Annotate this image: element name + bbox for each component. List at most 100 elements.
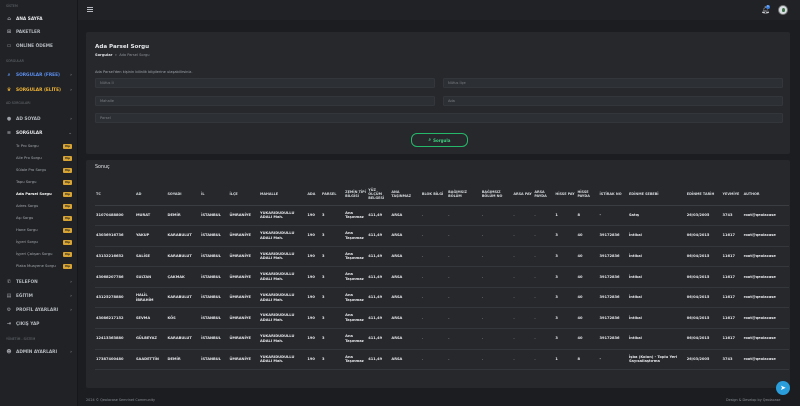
- sidebar-item-phone[interactable]: ✆ TELEFON ›: [0, 277, 78, 287]
- table-cell: ÜMRANİYE: [228, 266, 259, 288]
- table-cell: 3: [554, 328, 577, 350]
- table-cell: root@qeolacase: [742, 328, 789, 350]
- sidebar-item-queries-elite[interactable]: ♛ SORGULAR (ELİTE) ›: [0, 85, 78, 95]
- table-cell: ÜMRANİYE: [228, 328, 259, 350]
- sidebar-item-education[interactable]: ▤ EĞİTİM ›: [0, 291, 78, 301]
- card-icon: ▭: [6, 43, 12, 49]
- table-cell: 411,49: [367, 287, 391, 309]
- sidebar-subitem-label: Ada Parsel Sorgu: [16, 192, 52, 196]
- submit-button[interactable]: ⌕ Sorgula: [411, 133, 468, 147]
- table-cell: -: [512, 266, 534, 288]
- table-cell: İSTANBUL: [200, 205, 229, 227]
- sidebar-item-queries-free[interactable]: ⌕ SORGULAR (FREE) ›: [0, 70, 78, 80]
- ilce-input[interactable]: Nüfus İlçe: [443, 78, 783, 88]
- column-header: MAHALLE: [259, 183, 307, 206]
- table-row: 12413363880 GÜLBEYAZ KARABULUT İSTANBUL ÜMRA…: [95, 328, 789, 350]
- table-cell: root@qeolacase: [742, 349, 789, 371]
- column-header: HİSSE PAYDA: [576, 183, 599, 206]
- sidebar-item-home[interactable]: ⌂ ANA SAYFA: [0, 14, 78, 24]
- table-cell: YUKARIDUDULLU ADALI Mah.: [259, 328, 307, 350]
- table-cell: -: [480, 328, 513, 350]
- sidebar-subitem[interactable]: İşyeri Sorgu Vip: [0, 238, 78, 246]
- sidebar-subitem-label: Hane Sorgu: [16, 228, 38, 232]
- sidebar-subitem[interactable]: Plaka Muayene Sorgu Vip: [0, 262, 78, 270]
- sidebar-subitem[interactable]: Hane Sorgu Vip: [0, 226, 78, 234]
- table-cell: 3743: [721, 349, 743, 371]
- table-row: 43086217152 SEVMA KÖS İSTANBUL ÜMRANİYE YUKAR…: [95, 307, 789, 330]
- table-cell: Ana Taşınmaz: [344, 349, 368, 371]
- column-header: ADA: [306, 183, 322, 206]
- footer-credit: Design & Develop by Qeolacase: [726, 398, 781, 402]
- sidebar-item-admin-settings[interactable]: ☻ ADMİN AYARLARI ›: [0, 347, 78, 357]
- table-cell: YUKARIDUDULLU ADALI Mah.: [259, 246, 307, 268]
- sidebar-subitem[interactable]: Tapu Sorgu Vip: [0, 178, 78, 186]
- user-icon: ●: [6, 116, 12, 122]
- sidebar-item-packages[interactable]: ⊞ PAKETLER: [0, 27, 78, 37]
- table-cell: 06/04/2015: [685, 266, 722, 288]
- table-cell: KARABULUT: [166, 246, 201, 268]
- table-cell: -: [480, 287, 513, 309]
- column-header: İLÇE: [228, 183, 259, 206]
- vip-badge: Vip: [62, 251, 72, 257]
- table-cell: -: [533, 287, 555, 309]
- vip-badge: Vip: [62, 155, 72, 161]
- submit-button-label: Sorgula: [433, 137, 451, 143]
- sidebar-subitem[interactable]: Tc Pro Sorgu Vip: [0, 142, 78, 150]
- table-cell: DEMİR: [166, 205, 201, 227]
- sidebar-subitem-active[interactable]: Ada Parsel Sorgu Vip: [0, 190, 78, 198]
- parsel-input[interactable]: Parsel: [95, 113, 783, 123]
- table-cell: İntikal: [627, 287, 686, 309]
- table-cell: 11617: [721, 266, 743, 288]
- sidebar-item-profile-settings[interactable]: ⚙ PROFİL AYARLARI ›: [0, 305, 78, 315]
- table-cell: -: [533, 307, 555, 330]
- table-cell: 190: [306, 205, 322, 227]
- table-row: 43132216652 SALİSE KARABULUT İSTANBUL ÜMRANİ…: [95, 246, 789, 268]
- table-cell: 17387400480: [95, 349, 135, 371]
- sidebar-subitem[interactable]: İşyeri Çalışan Sorgu Vip: [0, 250, 78, 258]
- admin-icon: ☻: [6, 349, 12, 355]
- avatar[interactable]: [778, 5, 788, 15]
- ada-input[interactable]: Ada: [443, 96, 783, 106]
- mahalle-input[interactable]: Mahalle: [95, 96, 435, 106]
- chevron-right-icon: ›: [70, 293, 72, 299]
- table-cell: YUKARIDUDULLU ADALI Mah.: [259, 205, 307, 227]
- breadcrumb-root[interactable]: Sorgular: [95, 53, 112, 57]
- table-cell: 11617: [721, 307, 743, 330]
- telegram-icon[interactable]: ➤: [776, 381, 790, 395]
- column-header: İSTİRAK NO: [598, 183, 628, 206]
- table-cell: -: [447, 246, 481, 268]
- table-cell: İSTANBUL: [200, 328, 229, 350]
- sidebar-item-name-surname[interactable]: ● AD SOYAD ›: [0, 114, 78, 124]
- sidebar-item-queries[interactable]: ≡ SORGULAR ⌄: [0, 128, 78, 138]
- sidebar-subitem[interactable]: Sülale Pro Sorgu Vip: [0, 166, 78, 174]
- table-cell: root@qeolacase: [742, 287, 789, 309]
- sidebar-subitem-label: Adres Sorgu: [16, 204, 39, 208]
- table-cell: 8: [576, 349, 599, 371]
- table-cell: 190: [306, 246, 322, 268]
- sidebar-subitem[interactable]: Aile Pro Sorgu Vip: [0, 154, 78, 162]
- column-header: İL: [200, 183, 229, 206]
- table-cell: -: [480, 266, 513, 288]
- table-cell: Ana Taşınmaz: [344, 266, 368, 288]
- table-cell: 3: [321, 266, 345, 288]
- sidebar-subitem[interactable]: Aşı Sorgu Vip: [0, 214, 78, 222]
- table-cell: 411,49: [367, 205, 391, 227]
- menu-toggle-icon[interactable]: [87, 7, 93, 12]
- table-cell: -: [420, 246, 448, 268]
- il-input[interactable]: Nüfus İl: [95, 78, 435, 88]
- table-row: 31070488800 MURAT DEMİR İSTANBUL ÜMRANİYE YUK…: [95, 205, 789, 227]
- table-cell: -: [480, 225, 513, 247]
- table-cell: 3: [321, 225, 345, 247]
- table-cell: 11617: [721, 328, 743, 350]
- table-cell: Ana Taşınmaz: [344, 287, 368, 309]
- table-cell: 43068207786: [95, 266, 135, 288]
- sidebar-item-payment[interactable]: ▭ ONLİNE ÖDEME: [0, 41, 78, 51]
- table-cell: YUKARIDUDULLU ADALI Mah.: [259, 266, 307, 288]
- table-cell: -: [420, 266, 448, 288]
- sidebar-subitem[interactable]: Adres Sorgu Vip: [0, 202, 78, 210]
- sidebar-item-logout[interactable]: ⇥ ÇIKIŞ YAP: [0, 319, 78, 329]
- table-cell: İSTANBUL: [200, 307, 229, 330]
- vip-badge: Vip: [62, 203, 72, 209]
- table-cell: ARSA: [390, 328, 421, 350]
- table-cell: -: [447, 287, 481, 309]
